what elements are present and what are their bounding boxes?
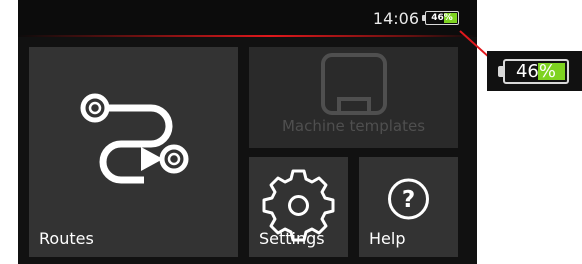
settings-tile[interactable]: Settings xyxy=(249,157,348,257)
machine-templates-label: Machine templates xyxy=(281,117,426,135)
battery-percent: 46% xyxy=(431,13,453,23)
machine-templates-tile[interactable]: Machine templates xyxy=(249,47,458,148)
battery-zoom-indicator: 46% xyxy=(498,59,569,84)
routes-icon xyxy=(80,93,189,184)
routes-label: Routes xyxy=(39,229,94,248)
routes-tile[interactable]: Routes xyxy=(29,47,238,257)
battery-indicator: 46% xyxy=(422,11,459,25)
help-tile[interactable]: ? Help xyxy=(359,157,458,257)
battery-zoom-percent: 46% xyxy=(515,61,556,82)
clock: 14:06 xyxy=(372,9,419,28)
svg-text:?: ? xyxy=(402,187,415,213)
status-bar: 14:06 46% xyxy=(18,0,477,36)
help-label: Help xyxy=(369,229,406,248)
settings-label: Settings xyxy=(259,229,325,248)
status-separator xyxy=(18,35,477,37)
battery-callout: 46% xyxy=(487,51,582,91)
